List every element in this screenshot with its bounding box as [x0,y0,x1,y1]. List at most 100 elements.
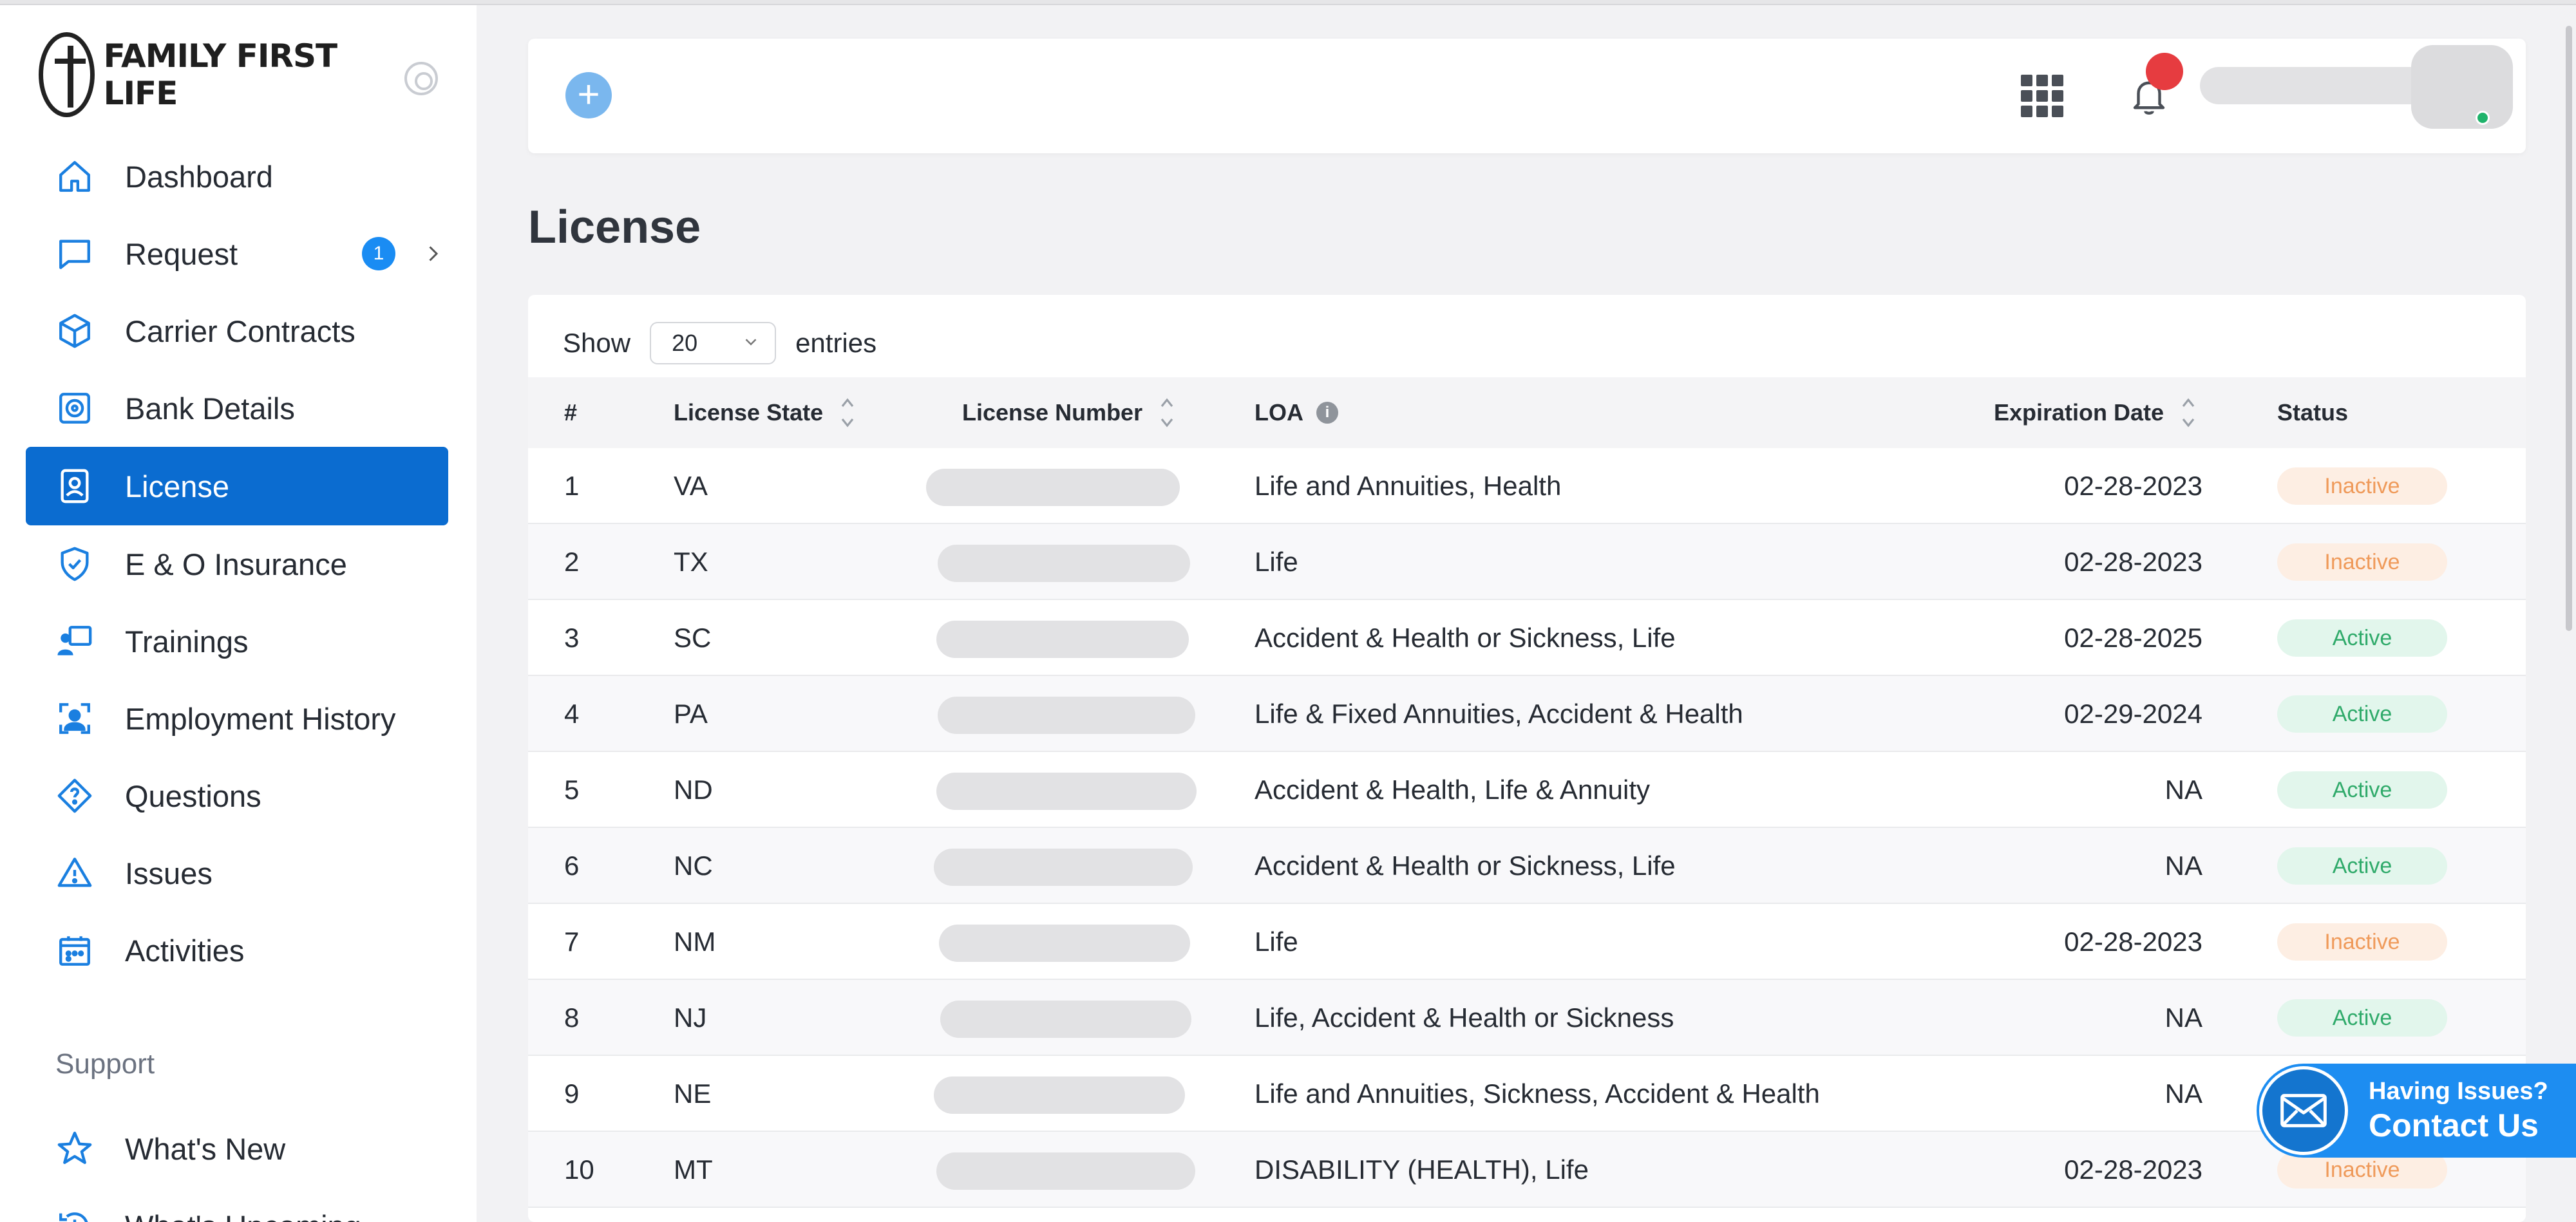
sidebar-item-activities[interactable]: Activities [26,912,448,989]
cell-number: 9 [564,1078,580,1109]
cell-number: 10 [564,1154,594,1185]
table-row[interactable]: 7 NM Life 02-28-2023 Inactive [528,904,2526,980]
cell-loa: DISABILITY (HEALTH), Life [1255,1154,1589,1185]
sidebar-item-trainings[interactable]: Trainings [26,603,448,680]
chat-icon [55,234,94,273]
warning-icon [55,854,94,892]
sort-icon[interactable] [2181,395,2196,431]
cell-expiration: NA [2164,1078,2202,1109]
license-icon [55,467,94,505]
support-nav: What's New What's Upcoming [26,1110,448,1222]
table-row[interactable]: 1 VA Life and Annuities, Health 02-28-20… [528,448,2526,524]
sidebar-toggle-icon[interactable] [404,62,438,95]
column-header-number: # [564,399,578,426]
table-row[interactable]: 5 ND Accident & Health, Life & Annuity N… [528,752,2526,828]
cell-number: 4 [564,699,580,729]
page-title: License [528,202,701,253]
contact-line1: Having Issues? [2369,1077,2548,1105]
cell-expiration: NA [2164,851,2202,881]
cell-loa: Life and Annuities, Health [1255,471,1562,501]
cell-number: 6 [564,851,580,881]
calendar-icon [55,931,94,970]
sidebar-item-request[interactable]: Request 1 [26,215,448,292]
contact-us-widget[interactable]: Having Issues? Contact Us [2257,1064,2576,1158]
sidebar-item-whats-new[interactable]: What's New [26,1110,448,1187]
license-number-redacted [926,469,1180,506]
table-row[interactable]: 9 NE Life and Annuities, Sickness, Accid… [528,1056,2526,1132]
column-header-expiration-date[interactable]: Expiration Date [1994,377,2196,448]
apps-grid-icon[interactable] [2021,75,2063,117]
cell-expiration: 02-28-2023 [2064,1154,2202,1185]
cell-number: 3 [564,623,580,653]
shield-icon [55,545,94,583]
status-badge: Active [2277,771,2447,809]
sidebar-item-questions[interactable]: Questions [26,757,448,834]
cell-state: TX [674,547,708,577]
sidebar-item-label: What's Upcoming [125,1208,361,1222]
entries-select-value: 20 [672,330,698,356]
table-row[interactable]: 10 MT DISABILITY (HEALTH), Life 02-28-20… [528,1132,2526,1208]
status-badge: Active [2277,619,2447,657]
sidebar-item-eo-insurance[interactable]: E & O Insurance [26,525,448,603]
sidebar-item-label: Bank Details [125,391,295,426]
sort-icon[interactable] [1159,395,1175,431]
table-header: # License State License Number LOA i Exp… [528,377,2526,448]
license-table-card: Show 20 entries # License State License … [528,295,2526,1222]
table-row[interactable]: 8 NJ Life, Accident & Health or Sickness… [528,980,2526,1056]
cell-expiration: NA [2164,1002,2202,1033]
cell-state: VA [674,471,708,501]
info-icon[interactable]: i [1316,402,1338,424]
cell-loa: Life [1255,547,1298,577]
box-icon [55,312,94,350]
cell-state: SC [674,623,712,653]
top-header: + [528,39,2526,153]
cell-expiration: 02-29-2024 [2064,699,2202,729]
cell-state: NM [674,926,716,957]
sidebar-item-carrier-contracts[interactable]: Carrier Contracts [26,292,448,370]
sidebar-item-whats-upcoming[interactable]: What's Upcoming [26,1187,448,1222]
brand-logo[interactable]: FAMILY FIRST LIFE [39,30,399,120]
cell-loa: Life [1255,926,1298,957]
column-header-license-number[interactable]: License Number [962,377,1175,448]
sidebar-item-bank-details[interactable]: Bank Details [26,370,448,447]
license-number-redacted [934,849,1193,886]
sidebar-item-label: Questions [125,778,261,813]
notification-dot [2146,53,2183,90]
table-row[interactable]: 4 PA Life & Fixed Annuities, Accident & … [528,676,2526,752]
cell-state: NJ [674,1002,707,1033]
cell-state: NE [674,1078,712,1109]
cell-state: ND [674,775,713,805]
sidebar-item-label: Activities [125,933,245,968]
cell-expiration: 02-28-2023 [2064,926,2202,957]
cell-expiration: NA [2164,775,2202,805]
cell-state: PA [674,699,708,729]
cell-loa: Accident & Health, Life & Annuity [1255,775,1651,805]
contact-text: Having Issues? Contact Us [2369,1078,2548,1144]
table-row[interactable]: 3 SC Accident & Health or Sickness, Life… [528,600,2526,676]
sidebar-item-dashboard[interactable]: Dashboard [26,138,448,215]
cell-loa: Life and Annuities, Sickness, Accident &… [1255,1078,1820,1109]
cell-loa: Life, Accident & Health or Sickness [1255,1002,1674,1033]
contact-line2: Contact Us [2369,1107,2539,1143]
sidebar-item-employment-history[interactable]: Employment History [26,680,448,757]
sidebar-item-license[interactable]: License [26,447,448,525]
sidebar-item-issues[interactable]: Issues [26,834,448,912]
page-scrollbar[interactable] [2566,26,2572,631]
brand-name: FAMILY FIRST LIFE [103,37,338,112]
star-icon [55,1129,94,1168]
chevron-down-icon [745,339,757,346]
chevron-right-icon[interactable] [420,234,446,273]
column-header-status: Status [2277,399,2349,426]
cell-loa: Life & Fixed Annuities, Accident & Healt… [1255,699,1743,729]
cell-state: NC [674,851,713,881]
entries-select[interactable]: 20 [650,322,777,364]
cell-loa: Accident & Health or Sickness, Life [1255,623,1676,653]
sort-icon[interactable] [840,395,855,431]
avatar[interactable] [2411,45,2513,129]
license-number-redacted [939,925,1190,962]
add-button[interactable]: + [565,72,612,118]
table-row[interactable]: 6 NC Accident & Health or Sickness, Life… [528,828,2526,904]
column-header-license-state[interactable]: License State [674,377,855,448]
cell-number: 2 [564,547,580,577]
table-row[interactable]: 2 TX Life 02-28-2023 Inactive [528,524,2526,600]
